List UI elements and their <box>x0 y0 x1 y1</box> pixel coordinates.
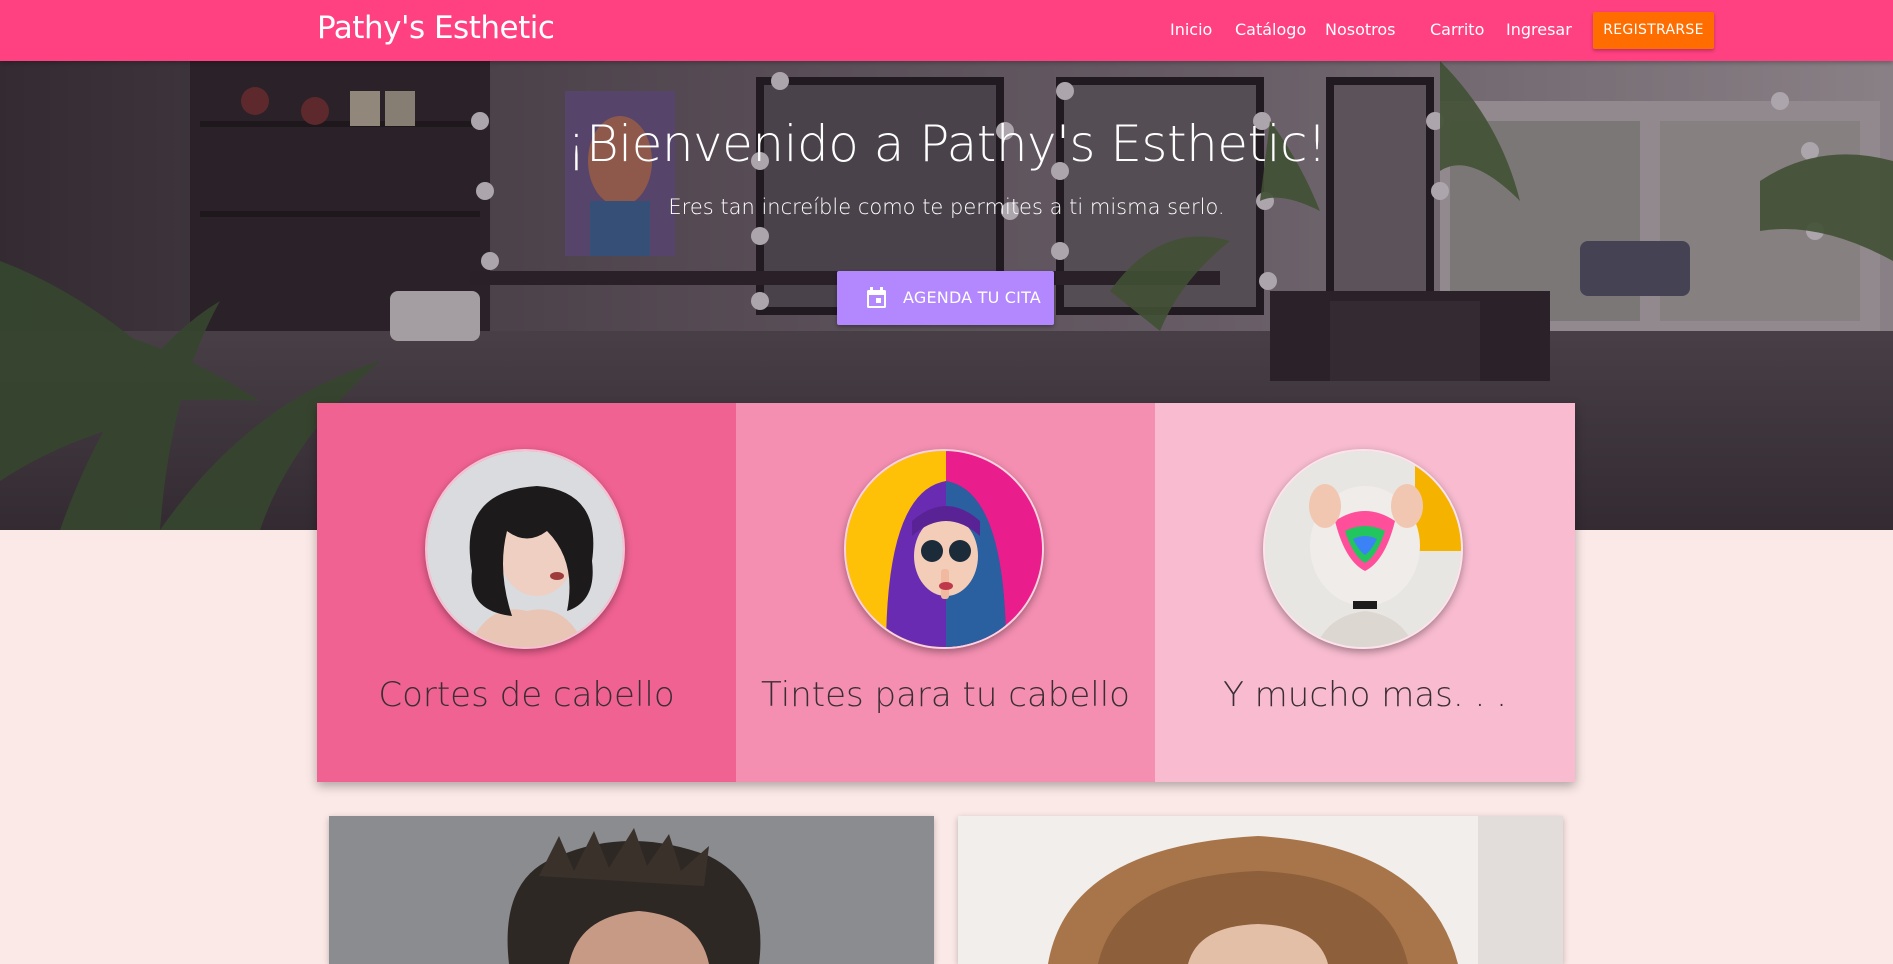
brand-logo-text[interactable]: Pathy's Esthetic <box>317 10 555 46</box>
feature-card-haircuts: Cortes de cabello <box>317 403 736 782</box>
feature-label-haircuts: Cortes de cabello <box>378 675 675 715</box>
feature-label-hair-dye: Tintes para tu cabello <box>761 675 1130 715</box>
services-features: Cortes de cabello Tintes para tu cabello <box>317 403 1575 782</box>
hero-subtitle: Eres tan increíble como te permites a ti… <box>668 195 1225 219</box>
register-button[interactable]: REGISTRARSE <box>1593 12 1714 49</box>
short-hair-photo <box>329 816 934 964</box>
book-appointment-label: AGENDA TU CITA <box>903 288 1041 307</box>
feature-card-more: Y mucho mas. . . <box>1155 403 1575 782</box>
more-services-image <box>1263 449 1463 649</box>
long-hair-photo <box>958 816 1563 964</box>
feature-label-more: Y mucho mas. . . <box>1223 675 1507 715</box>
nav-link-nosotros[interactable]: Nosotros <box>1325 20 1396 39</box>
book-appointment-button[interactable]: AGENDA TU CITA <box>837 271 1054 325</box>
nav-link-catalogo[interactable]: Catálogo <box>1235 20 1306 39</box>
haircut-image <box>425 449 625 649</box>
hair-dye-image <box>844 449 1044 649</box>
hero-title: ¡Bienvenido a Pathy's Esthetic! <box>566 115 1327 173</box>
nav-link-inicio[interactable]: Inicio <box>1170 20 1212 39</box>
nav-link-ingresar[interactable]: Ingresar <box>1506 20 1572 39</box>
nav-link-carrito[interactable]: Carrito <box>1430 20 1484 39</box>
top-navbar: Pathy's Esthetic Inicio Catálogo Nosotro… <box>0 0 1893 61</box>
gallery-card-long-hair[interactable] <box>958 816 1563 964</box>
calendar-icon <box>867 287 886 308</box>
gallery-card-short-hair[interactable] <box>329 816 934 964</box>
feature-card-hair-dye: Tintes para tu cabello <box>736 403 1155 782</box>
